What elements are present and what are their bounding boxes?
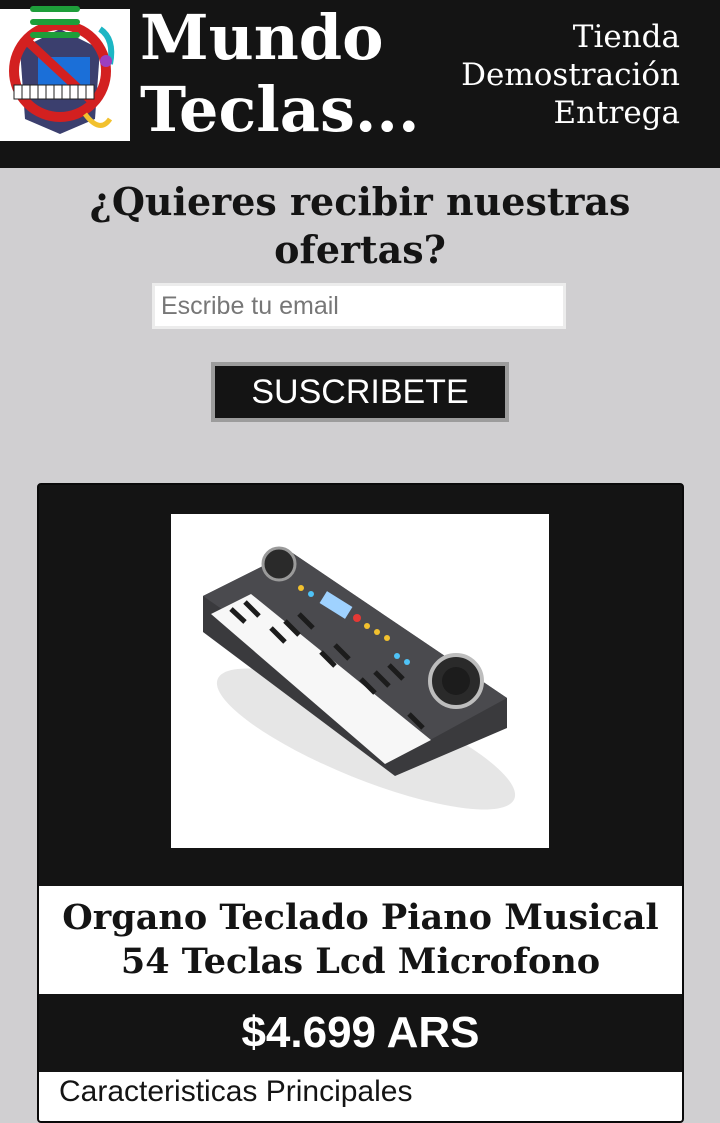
product-price: $4.699 ARS: [241, 1008, 480, 1057]
site-header: Mundo Teclas... Tienda Demostración Entr…: [0, 0, 720, 168]
product-features: Caracteristicas Principales: [39, 1072, 682, 1121]
site-brand-title[interactable]: Mundo Teclas...: [140, 2, 420, 146]
product-title[interactable]: Organo Teclado Piano Musical 54 Teclas L…: [39, 896, 682, 984]
nav-link-tienda[interactable]: Tienda: [461, 18, 680, 56]
product-image[interactable]: [171, 514, 549, 848]
main-nav: Tienda Demostración Entrega: [461, 18, 680, 132]
brand-line-2: Teclas...: [140, 73, 420, 146]
subscribe-button[interactable]: SUSCRIBETE: [211, 362, 509, 422]
product-card[interactable]: Organo Teclado Piano Musical 54 Teclas L…: [37, 483, 684, 1123]
nav-link-demostracion[interactable]: Demostración: [461, 56, 680, 94]
email-input[interactable]: [152, 283, 566, 329]
hamburger-menu-icon[interactable]: [30, 6, 80, 45]
brand-line-1: Mundo: [140, 1, 384, 74]
nav-link-entrega[interactable]: Entrega: [461, 94, 680, 132]
product-title-box: Organo Teclado Piano Musical 54 Teclas L…: [39, 886, 682, 994]
features-heading: Caracteristicas Principales: [59, 1075, 413, 1108]
newsletter-title: ¿Quieres recibir nuestras ofertas?: [89, 179, 631, 272]
